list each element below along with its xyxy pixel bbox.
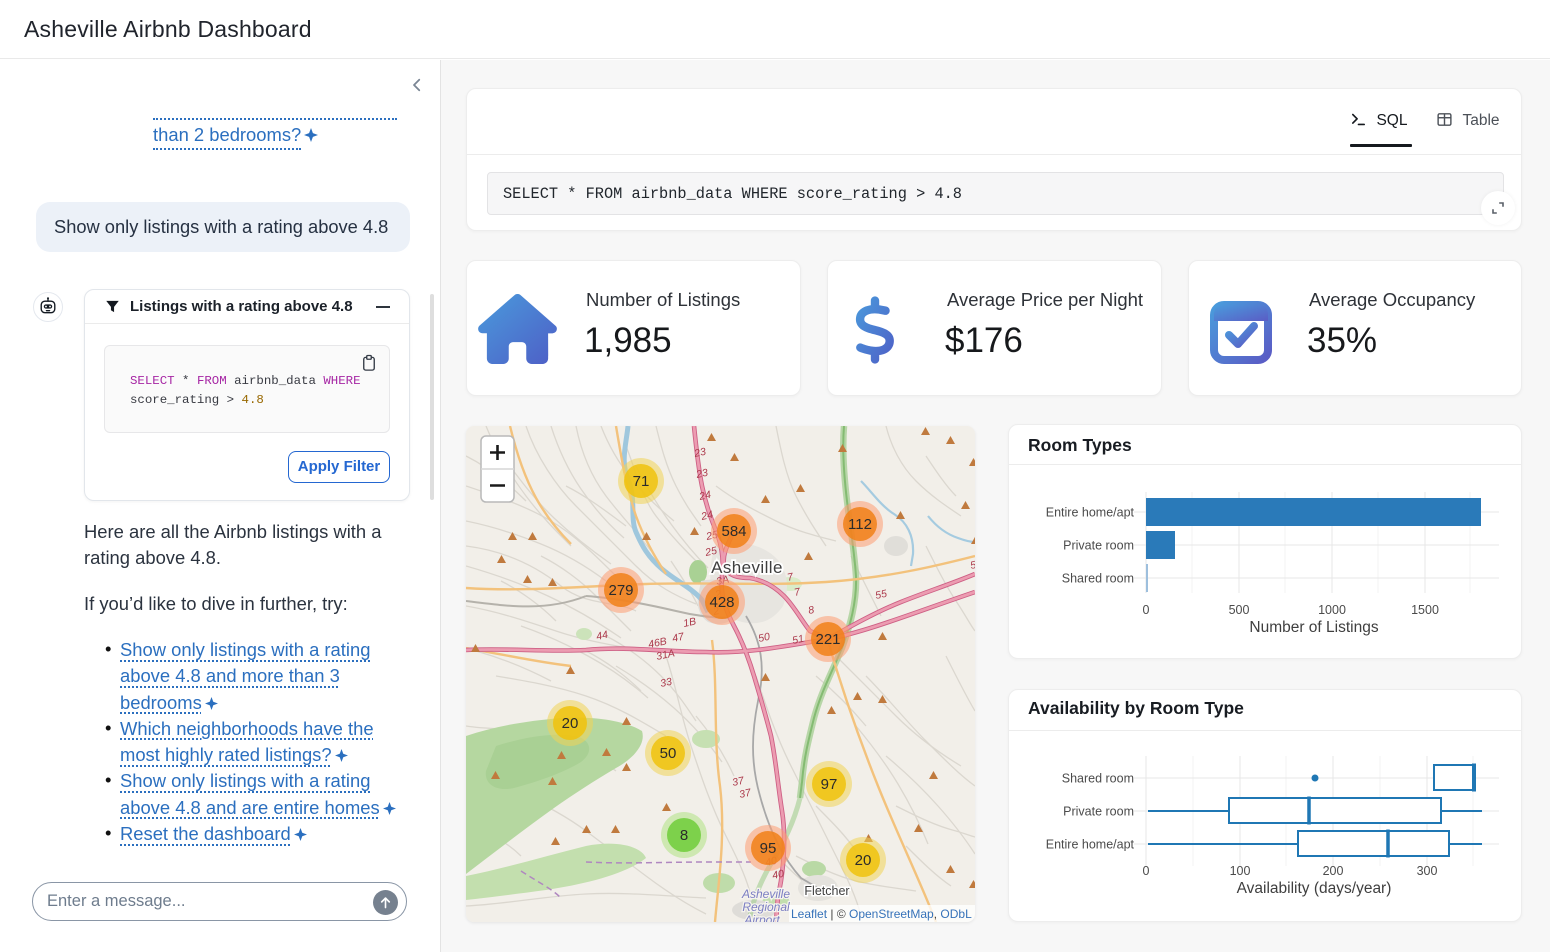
svg-text:50: 50 xyxy=(660,745,677,762)
svg-text:8: 8 xyxy=(680,827,688,844)
svg-text:51: 51 xyxy=(791,633,805,647)
svg-text:Private room: Private room xyxy=(1063,805,1134,819)
svg-text:279: 279 xyxy=(608,582,633,599)
svg-text:428: 428 xyxy=(709,594,734,611)
svg-text:200: 200 xyxy=(1323,864,1344,878)
svg-text:Asheville: Asheville xyxy=(711,558,783,577)
svg-text:71: 71 xyxy=(633,473,650,490)
svg-text:97: 97 xyxy=(821,776,838,793)
svg-text:Number of Listings: Number of Listings xyxy=(1249,619,1378,636)
svg-text:0: 0 xyxy=(1143,864,1150,878)
svg-text:300: 300 xyxy=(1417,864,1438,878)
svg-text:Entire home/apt: Entire home/apt xyxy=(1046,506,1135,520)
svg-text:Airport: Airport xyxy=(743,913,780,922)
svg-text:20: 20 xyxy=(562,715,579,732)
svg-text:112: 112 xyxy=(848,516,872,533)
svg-text:0: 0 xyxy=(1143,603,1150,617)
svg-text:Entire home/apt: Entire home/apt xyxy=(1046,838,1135,852)
svg-text:Regional: Regional xyxy=(742,900,790,914)
svg-text:500: 500 xyxy=(1229,603,1250,617)
svg-text:95: 95 xyxy=(760,840,777,857)
svg-text:Leaflet | © OpenStreetMap, ODb: Leaflet | © OpenStreetMap, ODbL xyxy=(791,907,972,921)
svg-text:1500: 1500 xyxy=(1411,603,1439,617)
svg-text:Fletcher: Fletcher xyxy=(804,884,849,898)
svg-text:100: 100 xyxy=(1230,864,1251,878)
svg-text:221: 221 xyxy=(815,631,840,648)
svg-text:Shared room: Shared room xyxy=(1062,572,1134,586)
svg-text:20: 20 xyxy=(855,852,872,869)
svg-text:Asheville: Asheville xyxy=(741,887,790,901)
svg-text:Availability (days/year): Availability (days/year) xyxy=(1237,880,1392,897)
svg-text:Shared room: Shared room xyxy=(1062,772,1134,786)
svg-text:Private room: Private room xyxy=(1063,539,1134,553)
svg-text:584: 584 xyxy=(721,523,746,540)
svg-text:1000: 1000 xyxy=(1318,603,1346,617)
